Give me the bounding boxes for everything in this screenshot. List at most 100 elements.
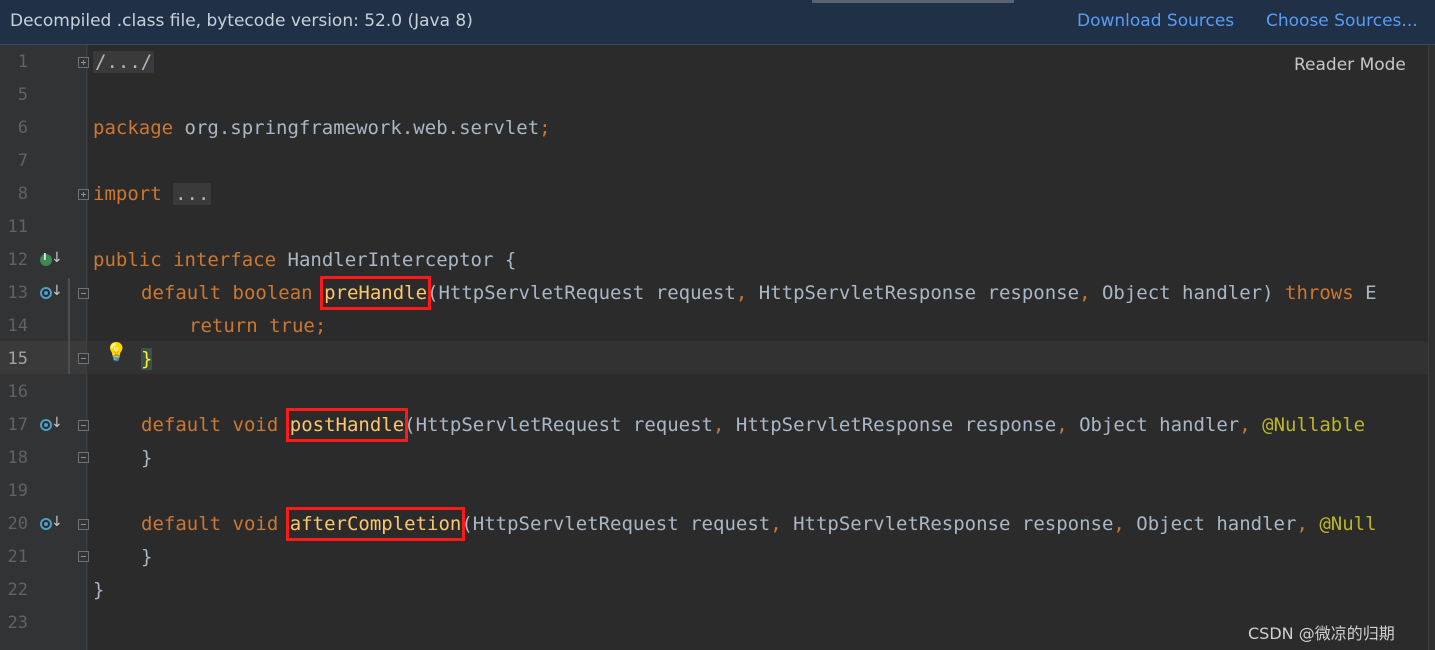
line-number: 23: [7, 613, 28, 633]
line-number: 20: [7, 514, 28, 534]
line-number: 11: [7, 217, 28, 237]
line-number: 5: [17, 85, 28, 105]
line-number: 22: [7, 580, 28, 600]
keyword: default: [141, 414, 222, 436]
arrow-down-icon: ↓: [51, 283, 63, 299]
comma: ,: [1113, 513, 1125, 535]
params: (HttpServletRequest request: [461, 513, 771, 535]
comma: ,: [1056, 414, 1068, 436]
method-name-posthandle: postHandle: [285, 408, 409, 442]
comma: ,: [735, 282, 748, 304]
keyword: true: [269, 315, 315, 337]
code-line-15: }: [141, 343, 153, 376]
collapse-fold-icon[interactable]: [78, 452, 89, 463]
keyword: boolean: [232, 282, 313, 304]
collapse-fold-icon[interactable]: [78, 519, 89, 530]
arrow-down-icon: ↓: [51, 514, 63, 530]
code-editor[interactable]: /.../ package org.springframework.web.se…: [93, 45, 1435, 650]
annotation: @Null: [1319, 513, 1377, 535]
line-number-current: 15: [7, 349, 28, 369]
code-line-21: }: [141, 541, 152, 574]
brace: {: [504, 249, 517, 271]
line-number: 13: [7, 283, 28, 303]
download-sources-link[interactable]: Download Sources: [1077, 11, 1234, 31]
code-line-20: default void afterCompletion(HttpServlet…: [141, 507, 1377, 541]
code-line-8: import ...: [93, 178, 212, 211]
line-number: 19: [7, 481, 28, 501]
keyword: default: [141, 282, 222, 304]
keyword: import: [93, 183, 162, 205]
code-line-13: default boolean preHandle(HttpServletReq…: [141, 276, 1377, 310]
code-line-18: }: [141, 442, 152, 475]
comma: ,: [713, 414, 725, 436]
keyword: public: [93, 249, 162, 271]
method-name-aftercompletion: afterCompletion: [285, 507, 466, 541]
tab-scroll-thumb[interactable]: [812, 0, 1014, 3]
line-number: 12: [7, 250, 28, 270]
line-number: 18: [7, 448, 28, 468]
comma: ,: [1296, 513, 1308, 535]
package-name: org.springframework.web.servlet: [184, 117, 540, 139]
line-number: 8: [17, 184, 28, 204]
keyword: return: [189, 315, 258, 337]
params: (HttpServletRequest request: [427, 282, 736, 304]
params: Object handler: [1067, 414, 1240, 436]
code-line-1: /.../: [93, 46, 155, 79]
line-number: 17: [7, 415, 28, 435]
arrow-down-icon: ↓: [51, 250, 63, 266]
folded-comment[interactable]: /.../: [93, 51, 155, 73]
matched-brace: }: [141, 348, 153, 370]
params: (HttpServletRequest request: [404, 414, 713, 436]
line-number: 6: [17, 118, 28, 138]
keyword: void: [232, 513, 279, 535]
collapse-fold-icon[interactable]: [78, 551, 89, 562]
keyword: throws: [1285, 282, 1354, 304]
annotation: @Nullable: [1262, 414, 1366, 436]
code-line-6: package org.springframework.web.servlet;: [93, 112, 551, 145]
params: Object handler: [1124, 513, 1297, 535]
folded-imports[interactable]: ...: [173, 183, 212, 205]
collapse-fold-icon[interactable]: [78, 288, 89, 299]
line-number: 1: [17, 52, 28, 72]
line-number: 21: [7, 547, 28, 567]
banner-message: Decompiled .class file, bytecode version…: [10, 11, 473, 31]
brace: }: [141, 447, 153, 469]
keyword: interface: [173, 249, 277, 271]
code-line-14: return true;: [189, 310, 326, 343]
params: HttpServletResponse response: [781, 513, 1114, 535]
brace: }: [141, 546, 153, 568]
watermark: CSDN @微凉的归期: [1248, 624, 1395, 643]
code-line-17: default void postHandle(HttpServletReque…: [141, 408, 1366, 442]
brace: }: [93, 579, 105, 601]
params: HttpServletResponse response: [724, 414, 1057, 436]
keyword: package: [93, 117, 174, 139]
expand-fold-icon[interactable]: [78, 57, 89, 68]
semicolon: ;: [539, 117, 551, 139]
collapse-fold-icon[interactable]: [78, 420, 89, 431]
params: Object handler): [1090, 282, 1274, 304]
comma: ,: [1239, 414, 1251, 436]
semicolon: ;: [314, 315, 327, 337]
line-number: 7: [17, 151, 28, 171]
editor-window: Decompiled .class file, bytecode version…: [0, 0, 1435, 650]
choose-sources-link[interactable]: Choose Sources...: [1266, 11, 1418, 31]
method-name-prehandle: preHandle: [320, 276, 432, 310]
keyword: default: [141, 513, 222, 535]
code-line-22: }: [93, 574, 104, 607]
method-scope-bar: [68, 278, 70, 374]
line-number: 16: [7, 382, 28, 402]
expand-fold-icon[interactable]: [78, 189, 89, 200]
keyword: void: [232, 414, 279, 436]
code-line-12: public interface HandlerInterceptor {: [93, 244, 516, 277]
params: E: [1353, 282, 1377, 304]
line-number: 14: [7, 316, 28, 336]
collapse-fold-icon[interactable]: [78, 353, 89, 364]
comma: ,: [770, 513, 782, 535]
arrow-down-icon: ↓: [51, 415, 63, 431]
comma: ,: [1079, 282, 1091, 304]
error-stripe[interactable]: [1428, 45, 1435, 650]
params: HttpServletResponse response: [747, 282, 1080, 304]
decompiled-banner: Decompiled .class file, bytecode version…: [0, 0, 1435, 45]
reader-mode-button[interactable]: Reader Mode: [1294, 55, 1406, 75]
interface-name: HandlerInterceptor: [287, 249, 494, 271]
